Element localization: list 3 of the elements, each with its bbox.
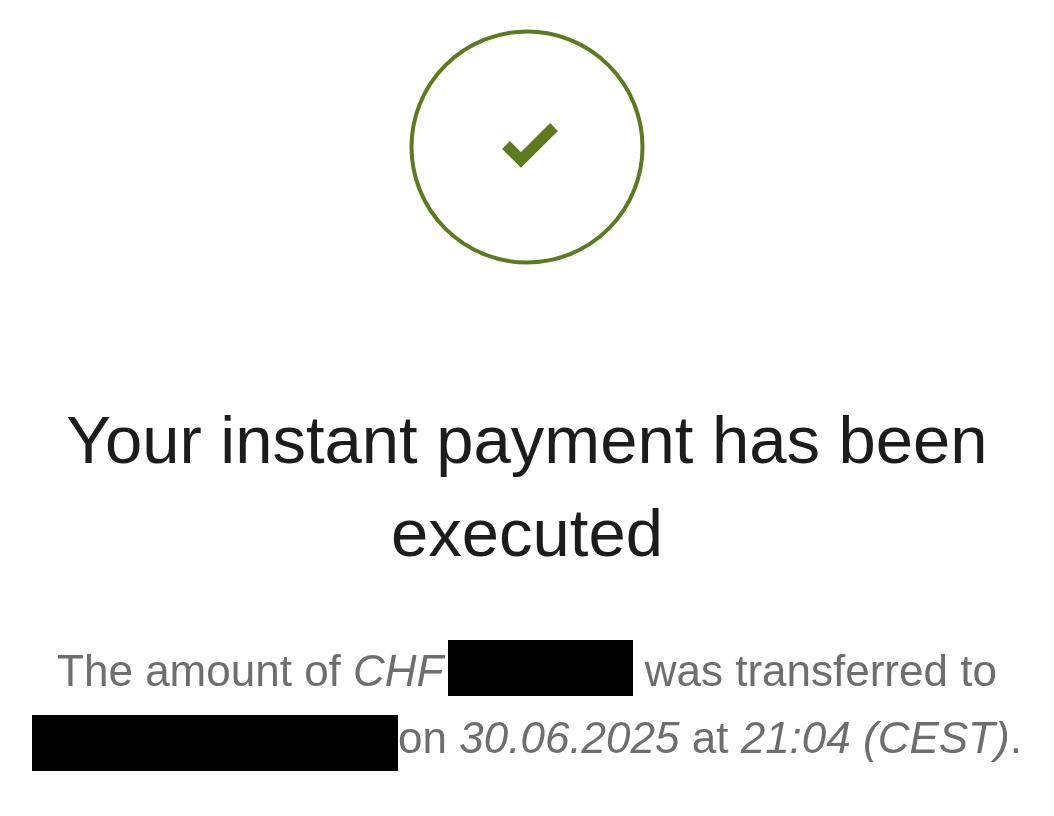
check-circle-icon — [409, 29, 645, 265]
payment-details-text: The amount of CHF was transferred to on 30.06.2025 at 21:04 (CEST). — [7, 637, 1047, 771]
confirmation-heading: Your instant payment has been executed — [65, 401, 989, 572]
